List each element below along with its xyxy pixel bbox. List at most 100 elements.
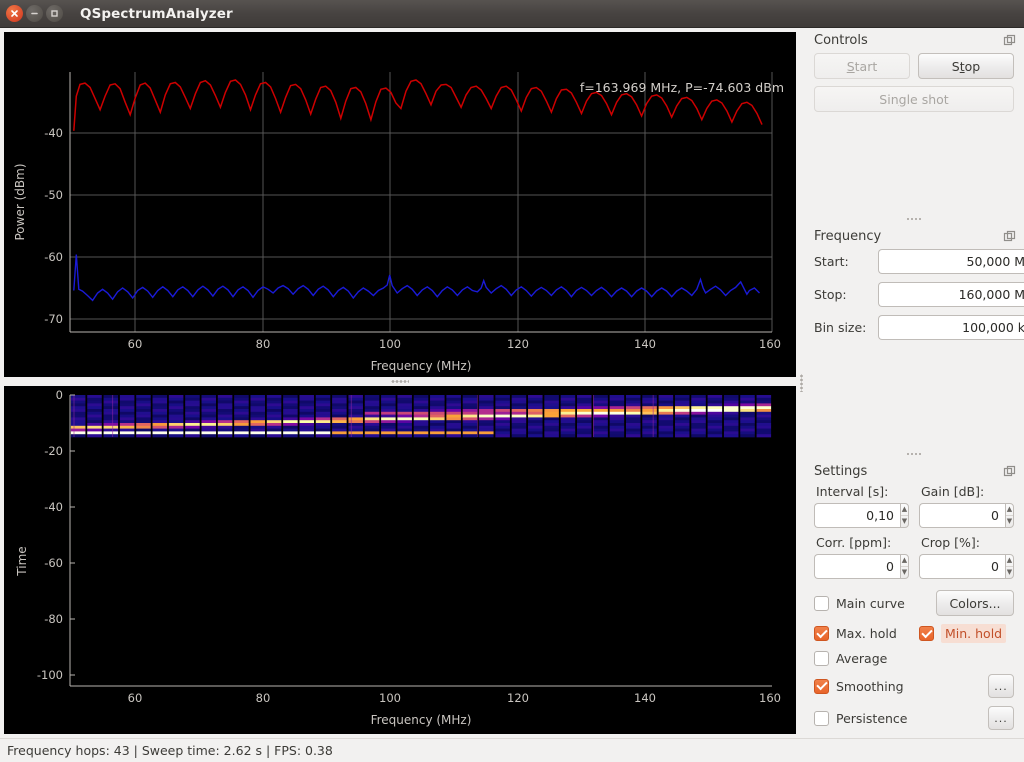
y-tick-label: -80 bbox=[44, 612, 63, 626]
max-hold-label: Max. hold bbox=[836, 626, 897, 641]
frequency-stop-label: Stop: bbox=[814, 286, 847, 302]
maximize-icon[interactable] bbox=[46, 5, 63, 22]
controls-title-label: Controls bbox=[814, 33, 868, 48]
gain-label: Gain [dB]: bbox=[921, 484, 985, 499]
min-hold-checkbox[interactable] bbox=[919, 626, 934, 641]
frequency-start-input[interactable] bbox=[878, 248, 1024, 274]
gain-field: Gain [dB]: ▲ ▼ bbox=[919, 484, 1014, 528]
settings-section: Interval [s]: ▲ ▼ Gain [dB]: ▲ bbox=[806, 484, 1022, 738]
persistence-options-button[interactable]: ... bbox=[988, 706, 1014, 730]
frequency-section: Start: ▲ ▼ Stop: ▲ ▼ bbox=[806, 248, 1024, 348]
min-hold-checkbox-cell[interactable]: Min. hold bbox=[919, 624, 1014, 643]
waterfall-svg: 0 -20 -40 -60 -80 -100 60 80 100 120 140… bbox=[4, 386, 796, 734]
average-checkbox[interactable] bbox=[814, 651, 829, 666]
settings-row-interval-gain: Interval [s]: ▲ ▼ Gain [dB]: ▲ bbox=[814, 484, 1014, 528]
gain-spinbox[interactable]: ▲ ▼ bbox=[919, 503, 1014, 528]
y-tick-label: -40 bbox=[44, 126, 63, 140]
float-restore-icon[interactable] bbox=[1002, 229, 1017, 244]
y-tick-label: -40 bbox=[44, 500, 63, 514]
corr-field: Corr. [ppm]: ▲ ▼ bbox=[814, 535, 909, 579]
vertical-splitter[interactable] bbox=[797, 28, 806, 738]
y-tick-label: -60 bbox=[44, 250, 63, 264]
persistence-checkbox[interactable] bbox=[814, 710, 829, 726]
spin-up-icon[interactable]: ▲ bbox=[900, 555, 908, 567]
spin-down-icon[interactable]: ▼ bbox=[1006, 516, 1013, 527]
x-tick-label: 60 bbox=[128, 691, 143, 705]
x-tick-label: 120 bbox=[507, 691, 529, 705]
close-icon[interactable] bbox=[6, 5, 23, 22]
spin-up-icon[interactable]: ▲ bbox=[900, 504, 908, 516]
x-tick-label: 60 bbox=[128, 337, 143, 351]
stop-button[interactable]: Stop bbox=[918, 53, 1014, 79]
frequency-stop-input[interactable] bbox=[878, 281, 1024, 307]
min-hold-label: Min. hold bbox=[941, 624, 1007, 643]
gain-input[interactable] bbox=[919, 503, 1005, 528]
x-tick-label: 140 bbox=[634, 691, 656, 705]
float-restore-icon[interactable] bbox=[1002, 464, 1017, 479]
frequency-title-label: Frequency bbox=[814, 228, 882, 244]
crop-spin-buttons[interactable]: ▲ ▼ bbox=[1004, 554, 1014, 579]
corr-spin-buttons[interactable]: ▲ ▼ bbox=[899, 554, 909, 579]
gain-spin-buttons[interactable]: ▲ ▼ bbox=[1004, 503, 1014, 528]
frequency-stop-spinbox[interactable]: ▲ ▼ bbox=[878, 281, 1024, 307]
minimize-icon[interactable] bbox=[26, 5, 43, 22]
smoothing-label: Smoothing bbox=[836, 678, 904, 694]
smoothing-options-button[interactable]: ... bbox=[988, 674, 1014, 698]
main-curve-label: Main curve bbox=[836, 595, 905, 611]
frequency-start-label: Start: bbox=[814, 253, 849, 269]
frequency-binsize-spinbox[interactable]: ▲ ▼ bbox=[878, 314, 1024, 340]
spin-down-icon[interactable]: ▼ bbox=[901, 567, 908, 578]
corr-spinbox[interactable]: ▲ ▼ bbox=[814, 554, 909, 579]
main-curve-checkbox[interactable] bbox=[814, 595, 829, 611]
x-tick-label: 160 bbox=[759, 691, 781, 705]
spin-up-icon[interactable]: ▲ bbox=[1005, 555, 1013, 567]
y-tick-label: -20 bbox=[44, 444, 63, 458]
waterfall-cells bbox=[70, 395, 772, 438]
controls-section: Start Stop Single shot bbox=[806, 53, 1022, 112]
horizontal-splitter[interactable] bbox=[4, 377, 796, 386]
frequency-binsize-input[interactable] bbox=[878, 314, 1024, 340]
persistence-checkbox-cell[interactable]: Persistence bbox=[814, 710, 978, 726]
interval-input[interactable] bbox=[814, 503, 900, 528]
max-hold-checkbox[interactable] bbox=[814, 626, 829, 641]
spin-up-icon[interactable]: ▲ bbox=[1005, 504, 1013, 516]
y-axis-label: Time bbox=[15, 546, 29, 576]
interval-spinbox[interactable]: ▲ ▼ bbox=[814, 503, 909, 528]
y-tick-label: -60 bbox=[44, 556, 63, 570]
status-bar: Frequency hops: 43 | Sweep time: 2.62 s … bbox=[0, 738, 1024, 762]
dock-splitter-settings[interactable] bbox=[806, 449, 1022, 459]
smoothing-checkbox[interactable] bbox=[814, 678, 829, 694]
y-tick-label: -100 bbox=[37, 668, 63, 682]
main-curve-checkbox-cell[interactable]: Main curve bbox=[814, 595, 926, 611]
x-tick-label: 160 bbox=[759, 337, 781, 351]
interval-spin-buttons[interactable]: ▲ ▼ bbox=[899, 503, 909, 528]
controls-frequency-spacer bbox=[806, 112, 1022, 214]
spin-down-icon[interactable]: ▼ bbox=[901, 516, 908, 527]
frequency-binsize-row: Bin size: ▲ ▼ bbox=[814, 314, 1024, 340]
colors-button[interactable]: Colors... bbox=[936, 590, 1014, 616]
settings-dock-title: Settings bbox=[806, 459, 1022, 484]
smoothing-checkbox-cell[interactable]: Smoothing bbox=[814, 678, 978, 694]
average-checkbox-cell[interactable]: Average bbox=[814, 651, 1014, 666]
status-text: Frequency hops: 43 | Sweep time: 2.62 s … bbox=[7, 743, 333, 758]
title-bar: QSpectrumAnalyzer bbox=[0, 0, 1024, 28]
corr-input[interactable] bbox=[814, 554, 900, 579]
float-restore-icon[interactable] bbox=[1002, 33, 1017, 48]
x-tick-label: 120 bbox=[507, 337, 529, 351]
dock-splitter-frequency[interactable] bbox=[806, 214, 1022, 224]
window-title: QSpectrumAnalyzer bbox=[80, 5, 233, 22]
y-axis-label: Power (dBm) bbox=[13, 164, 27, 241]
single-shot-button[interactable]: Single shot bbox=[814, 86, 1014, 112]
start-button[interactable]: Start bbox=[814, 53, 910, 79]
crop-input[interactable] bbox=[919, 554, 1005, 579]
smoothing-options-label: ... bbox=[994, 679, 1008, 693]
y-tick-label: -70 bbox=[44, 312, 63, 326]
crop-spinbox[interactable]: ▲ ▼ bbox=[919, 554, 1014, 579]
x-tick-label: 140 bbox=[634, 337, 656, 351]
frequency-start-spinbox[interactable]: ▲ ▼ bbox=[878, 248, 1024, 274]
max-hold-checkbox-cell[interactable]: Max. hold bbox=[814, 626, 909, 641]
spin-down-icon[interactable]: ▼ bbox=[1006, 567, 1013, 578]
spectrum-svg: -40 -50 -60 -70 60 80 100 120 140 160 Fr… bbox=[4, 32, 796, 377]
waterfall-plot[interactable]: 0 -20 -40 -60 -80 -100 60 80 100 120 140… bbox=[4, 386, 796, 734]
spectrum-plot[interactable]: -40 -50 -60 -70 60 80 100 120 140 160 Fr… bbox=[4, 32, 796, 377]
